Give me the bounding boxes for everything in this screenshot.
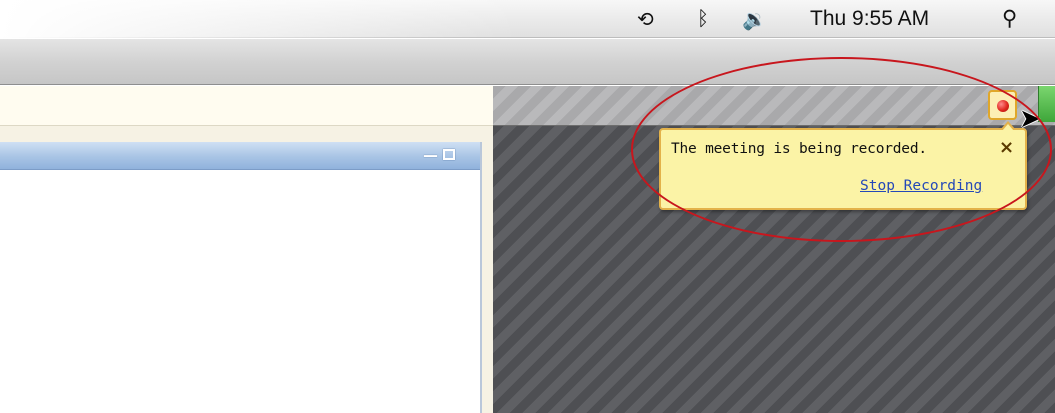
record-button[interactable]	[988, 90, 1017, 120]
volume-icon[interactable]: 🔉	[742, 8, 767, 30]
stop-recording-link[interactable]: Stop Recording	[860, 178, 982, 194]
panel-title-bar[interactable]: —	[0, 142, 480, 170]
notification-caret	[1000, 121, 1016, 131]
bluetooth-icon[interactable]: ᛒ	[697, 7, 709, 29]
maximize-icon[interactable]	[443, 149, 455, 160]
menu-bar: ⟲ ᛒ 🔉 Thu 9:55 AM ⚲	[0, 0, 1055, 38]
spotlight-search-icon[interactable]: ⚲	[1002, 7, 1017, 29]
recording-notification: The meeting is being recorded. × Stop Re…	[659, 121, 1027, 210]
minimize-icon[interactable]: —	[423, 146, 438, 164]
document-panel: —	[0, 142, 482, 413]
close-icon[interactable]: ×	[999, 138, 1014, 158]
time-machine-icon[interactable]: ⟲	[637, 8, 654, 30]
recording-dot-icon	[997, 100, 1009, 112]
content-toolbar	[0, 86, 493, 126]
menubar-clock[interactable]: Thu 9:55 AM	[810, 8, 929, 30]
meeting-toolbar	[493, 86, 1055, 126]
window-title-bar[interactable]	[0, 39, 1055, 85]
notification-message: The meeting is being recorded.	[671, 141, 927, 157]
